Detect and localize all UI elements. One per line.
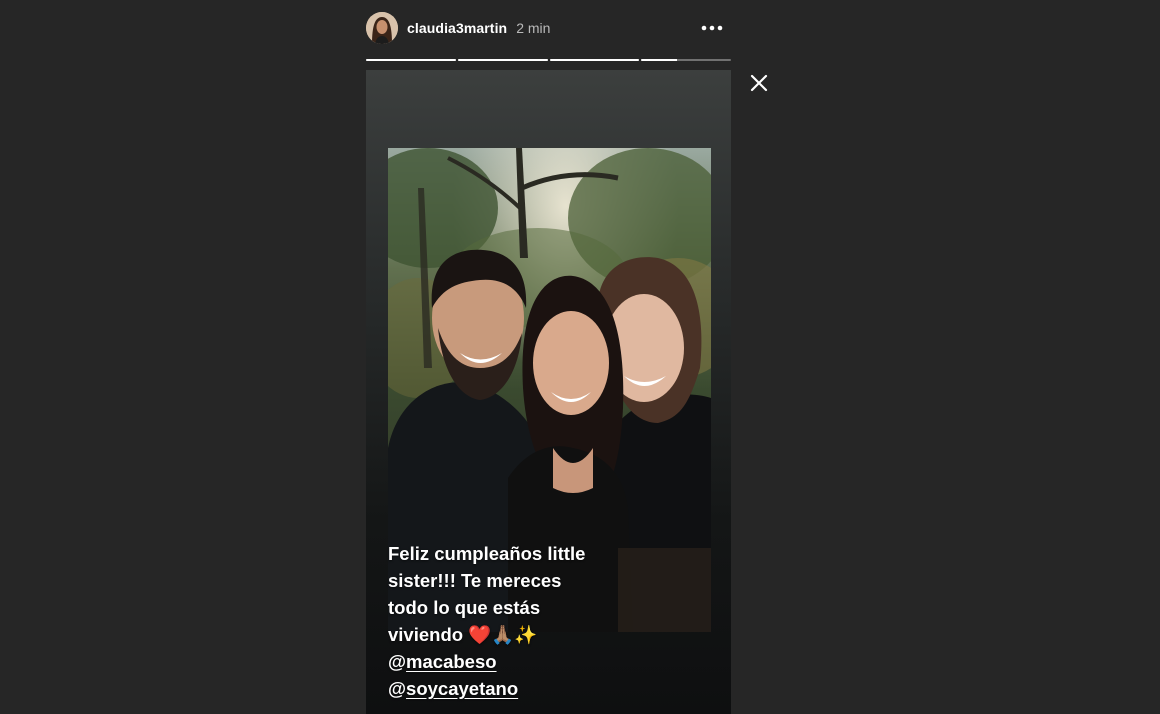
caption-line: todo lo que estás [388,597,541,618]
mention-handle: soycayetano [406,678,519,699]
caption-line: viviendo ❤️🙏🏽✨ [388,624,538,645]
more-horizontal-icon [701,25,723,31]
timestamp: 2 min [516,20,551,36]
mention-macabeso[interactable]: @macabeso [388,648,497,675]
progress-segment [549,59,640,61]
user-avatar[interactable] [366,12,398,44]
close-button[interactable] [747,71,771,95]
mention-at: @ [388,651,407,672]
more-options-button[interactable] [699,18,725,38]
username[interactable]: claudia3martin [407,20,507,36]
close-icon [750,74,768,92]
mention-handle: macabeso [406,651,497,672]
story-frame[interactable]: Feliz cumpleaños little sister!!! Te mer… [366,70,731,714]
story-progress [366,59,731,62]
story-viewer: claudia3martin 2 min Feliz cumpleaños li… [0,0,1160,714]
caption-line: Feliz cumpleaños little [388,543,586,564]
story-caption: Feliz cumpleaños little sister!!! Te mer… [388,540,688,702]
progress-fill [549,59,640,61]
progress-fill [366,59,456,61]
progress-fill [641,59,678,61]
progress-segment [366,59,456,61]
progress-segment [457,59,548,61]
mention-soycayetano[interactable]: @soycayetano [388,675,518,702]
mention-at: @ [388,678,407,699]
progress-segment [641,59,731,61]
progress-fill [457,59,548,61]
caption-line: sister!!! Te mereces [388,570,562,591]
story-header: claudia3martin 2 min [366,10,731,46]
